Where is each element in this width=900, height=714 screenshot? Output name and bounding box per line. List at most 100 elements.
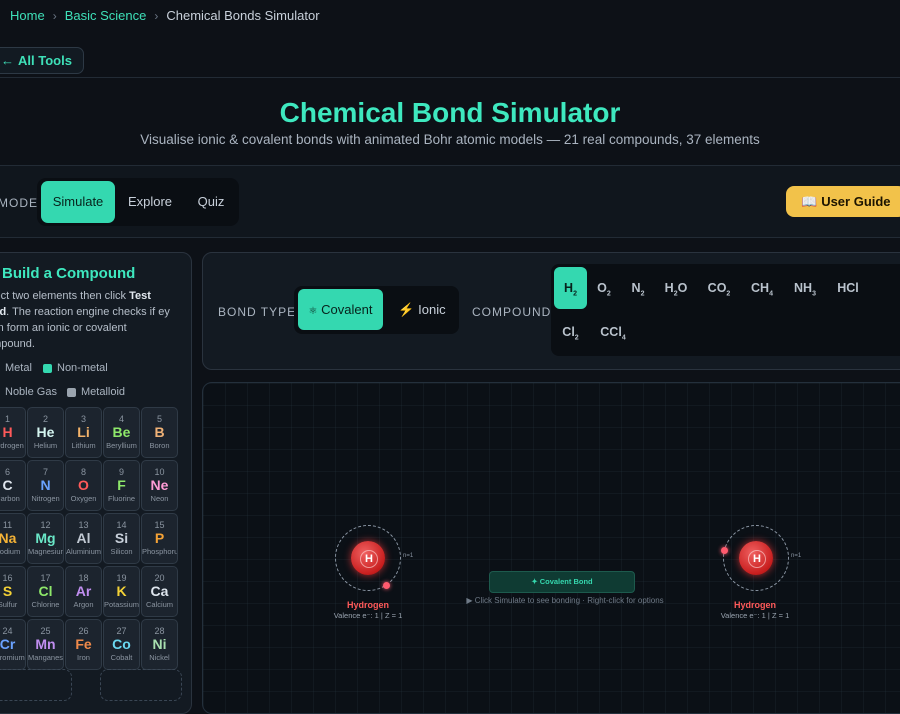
tab-simulate[interactable]: Simulate [41, 181, 115, 223]
element-symbol: O [78, 477, 89, 493]
element-number: 19 [116, 573, 127, 583]
element-symbol: K [116, 583, 127, 599]
element-tile-li[interactable]: 3 Li Lithium [65, 407, 102, 458]
element-tile-o[interactable]: 8 O Oxygen [65, 460, 102, 511]
element-symbol: Na [0, 530, 17, 546]
element-name: Potassium [104, 600, 139, 609]
element-symbol: Al [76, 530, 91, 546]
element-tile-ni[interactable]: 28 Ni Nickel [141, 619, 178, 670]
element-tile-he[interactable]: 2 He Helium [27, 407, 64, 458]
element-name: Beryllium [106, 441, 137, 450]
element-number: 6 [4, 467, 10, 477]
element-tile-s[interactable]: 16 S Sulfur [0, 566, 26, 617]
compound-button[interactable]: Cl2 [554, 311, 587, 353]
element-symbol: P [154, 530, 165, 546]
element-number: 25 [40, 626, 51, 636]
element-tile-na[interactable]: 11NaSodium [0, 513, 26, 564]
element-number: 28 [154, 626, 165, 636]
element-name: Calcium [145, 600, 174, 609]
atom-left-name: Hydrogen [346, 600, 389, 610]
element-tile-cl[interactable]: 17 Cl Chlorine [27, 566, 64, 617]
breadcrumb-section[interactable]: Basic Science [65, 8, 147, 23]
element-symbol: H [2, 424, 13, 440]
element-tile-c[interactable]: 6CCarbon [0, 460, 26, 511]
compound-button[interactable]: H2O [656, 267, 696, 309]
element-symbol: N [40, 477, 51, 493]
element-tile-h[interactable]: 1HHydrogen [0, 407, 26, 458]
atom-right[interactable]: H n=1 [721, 525, 801, 591]
element-symbol: Cl [38, 583, 53, 599]
element-name: Aluminium [66, 547, 101, 556]
element-tile-ne[interactable]: 10 Ne Neon [141, 460, 178, 511]
electron [383, 582, 390, 589]
element-symbol: He [36, 424, 55, 440]
tab-explore[interactable]: Explore [117, 181, 183, 223]
simulation-canvas[interactable] [202, 382, 900, 714]
element-name: Chlorine [31, 600, 60, 609]
element-tile-f[interactable]: 9 F Fluorine [103, 460, 140, 511]
element-tile-fe[interactable]: 26 Fe Iron [65, 619, 102, 670]
element-tile-be[interactable]: 4 Be Beryllium [103, 407, 140, 458]
compound-button[interactable]: CO2 [699, 267, 739, 309]
legend-metal: Metal [5, 362, 32, 374]
element-tile-cr[interactable]: 24CrChromium [0, 619, 26, 670]
bond-type-badge: ✦ Covalent Bond [489, 571, 635, 593]
bond-type-covalent[interactable]: ⚛ Covalent [298, 289, 383, 330]
user-guide-label: User Guide [821, 194, 891, 209]
nucleus-symbol: H [360, 550, 378, 568]
breadcrumb-home[interactable]: Home [10, 8, 45, 23]
compound-button[interactable]: CH4 [742, 267, 782, 309]
element-tile-ca[interactable]: 20 Ca Calcium [141, 566, 178, 617]
element-tile-si[interactable]: 14 Si Silicon [103, 513, 140, 564]
element-slot-1[interactable] [0, 669, 72, 701]
element-tile-mg[interactable]: 12 Mg Magnesium [27, 513, 64, 564]
element-number: 24 [2, 626, 13, 636]
element-tile-ar[interactable]: 18 Ar Argon [65, 566, 102, 617]
element-name: Chromium [0, 653, 25, 662]
tab-quiz[interactable]: Quiz [187, 181, 235, 223]
bond-type-label: BOND TYPE [218, 305, 297, 319]
compound-button[interactable]: H2 [554, 267, 587, 309]
all-tools-button[interactable]: ← All Tools [0, 47, 84, 74]
build-compound-description: elect two elements then click Test ond. … [0, 290, 170, 350]
bond-type-toggle: ⚛ Covalent ⚡ Ionic [294, 286, 459, 334]
electron [721, 547, 728, 554]
compound-button[interactable]: HCl [828, 267, 868, 309]
element-tile-p[interactable]: 15PPhosphorus [141, 513, 178, 564]
breadcrumb-separator: › [154, 8, 159, 23]
compound-button[interactable]: NH3 [785, 267, 825, 309]
element-tile-k[interactable]: 19 K Potassium [103, 566, 140, 617]
element-tile-n[interactable]: 7 N Nitrogen [27, 460, 64, 511]
atom-left-info: Valence e⁻: 1 | Z = 1 [333, 611, 403, 620]
bond-type-ionic[interactable]: ⚡ Ionic [387, 289, 457, 330]
element-name: Argon [73, 600, 94, 609]
element-tile-b[interactable]: 5 B Boron [141, 407, 178, 458]
book-icon: 📖 [801, 193, 818, 209]
atom-left[interactable]: H n=1 [335, 525, 413, 591]
element-name: Silicon [110, 547, 133, 556]
legend-swatch [67, 387, 76, 397]
element-name: Magnesium [28, 547, 63, 556]
compound-button[interactable]: N2 [622, 267, 654, 309]
compound-label: COMPOUND [472, 305, 552, 319]
element-number: 7 [42, 467, 48, 477]
page-subtitle: Visualise ionic & covalent bonds with an… [140, 132, 760, 147]
element-tile-al[interactable]: 13 Al Aluminium [65, 513, 102, 564]
divider [0, 237, 900, 238]
compound-button[interactable]: CCl4 [591, 311, 635, 353]
atom-right-info: Valence e⁻: 1 | Z = 1 [720, 611, 790, 620]
element-tile-mn[interactable]: 25MnManganese [27, 619, 64, 670]
element-name: Sulfur [0, 600, 18, 609]
element-number: 26 [78, 626, 89, 636]
element-name: Sodium [0, 547, 21, 556]
element-tile-co[interactable]: 27 Co Cobalt [103, 619, 140, 670]
element-name: Manganese [28, 653, 63, 662]
element-symbol: Ni [152, 636, 167, 652]
element-symbol: Co [112, 636, 131, 652]
user-guide-button[interactable]: 📖 User Guide [786, 186, 900, 217]
shell-label: n=1 [403, 553, 414, 559]
element-slot-2[interactable] [100, 669, 182, 701]
element-symbol: Mg [35, 530, 56, 546]
compound-button[interactable]: O2 [588, 267, 620, 309]
element-name: Boron [149, 441, 170, 450]
